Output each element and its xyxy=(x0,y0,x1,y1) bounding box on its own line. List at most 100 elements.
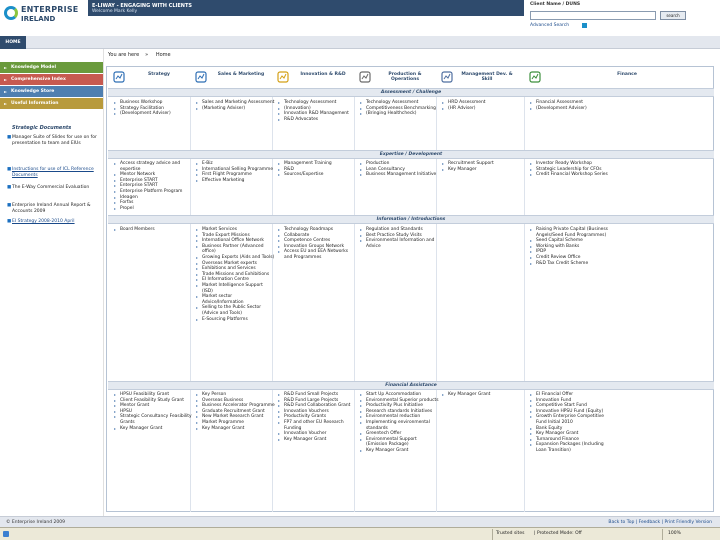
service-link[interactable]: Expansion Packages (Including Loan Trans… xyxy=(529,442,609,453)
status-divider xyxy=(662,529,663,540)
footer-links[interactable]: Back to Top | Feedback | Print Friendly … xyxy=(608,520,712,525)
client-search-label: Client Name / DUNS xyxy=(530,2,581,7)
sidebar-item-label: Comprehensive Index xyxy=(11,77,66,82)
grid-cell: Recruitment SupportKey Manager xyxy=(441,161,521,172)
enterprise-ireland-logo[interactable]: ENTERPRISE IRELAND xyxy=(4,4,86,28)
grid-cell: ProductionLean ConsultancyBusiness Manag… xyxy=(359,161,439,178)
column-header-label: Management Dev. & Skill xyxy=(461,72,513,82)
service-link[interactable]: Business Management Initiative xyxy=(359,172,439,178)
logo-mark-icon xyxy=(4,6,18,20)
sidebar-item-comprehensive-index[interactable]: ► Comprehensive Index xyxy=(0,74,103,85)
bullet-icon: ■ xyxy=(7,167,12,172)
breadcrumb: You are here » Home xyxy=(108,52,177,58)
grid-cell: E-BizInternational Selling ProgrammeFirs… xyxy=(195,161,275,183)
column-header-4[interactable]: Management Dev. & Skill xyxy=(437,68,519,88)
strategy-chart-icon xyxy=(113,71,125,83)
grid-cell: Access strategy advice and expertiseMent… xyxy=(113,161,193,211)
column-header-2[interactable]: Innovation & R&D xyxy=(273,68,355,88)
breadcrumb-arrow-icon: » xyxy=(145,52,149,58)
section-band: Expertise / Development xyxy=(108,150,714,159)
service-link[interactable]: Key Manager xyxy=(441,167,521,173)
document-link[interactable]: ■ Instructions for use of ICL Reference D… xyxy=(7,167,100,178)
service-link[interactable]: Key Manager Grant xyxy=(277,437,357,443)
document-link[interactable]: ■ Manager Suite of Slides for use on for … xyxy=(7,135,100,146)
grid-cell: Technology RoadmapsCollaborateCompetence… xyxy=(277,227,357,261)
copyright-text: © Enterprise Ireland 2009 xyxy=(6,520,65,525)
column-header-3[interactable]: Production & Operations xyxy=(355,68,437,88)
sidebar-item-useful-information[interactable]: ► Useful Information xyxy=(0,98,103,109)
search-button[interactable]: search xyxy=(660,11,686,20)
document-link[interactable]: ■ The E-Way Commercial Evaluation xyxy=(7,185,100,191)
strategic-documents-title: Strategic Documents xyxy=(12,125,72,131)
logo-text-line2: IRELAND xyxy=(21,15,56,23)
management-people-icon xyxy=(441,71,453,83)
section-band: Assessment / Challenge xyxy=(108,88,714,97)
grid-cell: EI Financial OfferInnovation FundCompeti… xyxy=(529,392,609,454)
column-header-5[interactable]: Finance xyxy=(525,68,711,88)
tab-home[interactable]: HOME xyxy=(0,36,26,49)
security-zone: Trusted sites xyxy=(496,531,525,536)
service-link[interactable]: (HR Adviser) xyxy=(441,106,521,112)
service-link[interactable]: Key Manager Grant xyxy=(195,426,275,432)
breadcrumb-label: You are here xyxy=(108,52,140,58)
page-header: ENTERPRISE IRELAND E-LIWAY - ENGAGING WI… xyxy=(0,0,720,36)
service-link[interactable]: (Bringing Healthcheck) xyxy=(359,111,439,117)
service-link[interactable]: Effective Marketing xyxy=(195,178,275,184)
breadcrumb-home[interactable]: Home xyxy=(156,52,171,58)
sidebar-item-knowledge-model[interactable]: ► Knowledge Model xyxy=(0,62,103,73)
service-link[interactable]: Credit Financial Workshop Series xyxy=(529,172,609,178)
service-link[interactable]: Implementing environmental standards xyxy=(359,420,439,431)
service-link[interactable]: Environmental Information and Advice xyxy=(359,238,439,249)
service-link[interactable]: Key Manager Grant xyxy=(113,426,193,432)
service-link[interactable]: Propel xyxy=(113,206,193,212)
service-link[interactable]: Access strategy advice and expertise xyxy=(113,161,193,172)
service-link[interactable]: Strategic Consultancy Feasibility Grants xyxy=(113,414,193,425)
service-link[interactable]: Environmental Support (Emission Package) xyxy=(359,437,439,448)
bullet-icon: ■ xyxy=(7,203,12,208)
sidebar-item-knowledge-store[interactable]: ► Knowledge Store xyxy=(0,86,103,97)
service-link[interactable]: Selling to the Public Sector (Advice and… xyxy=(195,305,275,316)
service-link[interactable]: Access EU and EEA Networks and Programme… xyxy=(277,249,357,260)
zoom-level[interactable]: 100% xyxy=(668,531,681,536)
document-link[interactable]: ■ Enterprise Ireland Annual Report & Acco… xyxy=(7,203,100,214)
document-link[interactable]: ■ EI Strategy 2008-2010 April xyxy=(7,219,100,225)
service-link[interactable]: Market sector Advice/Information xyxy=(195,294,275,305)
service-link[interactable]: Growth Enterprise Competitive Fund Initi… xyxy=(529,414,609,425)
column-header-label: Strategy xyxy=(147,72,170,77)
service-link[interactable]: Board Members xyxy=(113,227,193,233)
grid-cell: Financial Assessment(Development Adviser… xyxy=(529,100,609,111)
column-header-1[interactable]: Sales & Marketing xyxy=(191,68,273,88)
grid-cell: R&D Fund Small ProjectsR&D Fund Large Pr… xyxy=(277,392,357,442)
logo-text-line1: ENTERPRISE xyxy=(21,5,79,14)
grid-cell: Regulation and StandardsBest Practice St… xyxy=(359,227,439,249)
service-link[interactable]: Market Intelligence Support (ISD) xyxy=(195,283,275,294)
column-header-label: Innovation & R&D xyxy=(300,72,346,77)
service-link[interactable]: Raising Private Capital (Business Angels… xyxy=(529,227,609,238)
grid-cell: Board Members xyxy=(113,227,193,233)
service-link[interactable]: Key Manager Grant xyxy=(441,392,521,398)
advanced-search-link[interactable]: Advanced Search xyxy=(530,23,569,28)
service-link[interactable]: R&D Advocates xyxy=(277,117,357,123)
welcome-text: Welcome Mark Kelly xyxy=(92,9,138,14)
service-link[interactable]: (Development Adviser) xyxy=(113,111,193,117)
page-footer: © Enterprise Ireland 2009 Back to Top | … xyxy=(0,516,720,527)
arrow-right-icon: ► xyxy=(4,77,8,82)
advanced-search-icon[interactable] xyxy=(582,23,587,28)
service-link[interactable]: (Development Adviser) xyxy=(529,106,609,112)
bullet-icon: ■ xyxy=(7,185,12,190)
column-header-0[interactable]: Strategy xyxy=(109,68,191,88)
protected-mode-status: | Protected Mode: Off xyxy=(534,531,582,536)
service-link[interactable]: R&D Tax Credit Scheme xyxy=(529,261,609,267)
client-search-input[interactable] xyxy=(530,11,656,20)
client-search-panel: Client Name / DUNS search Advanced Searc… xyxy=(530,2,720,32)
section-band: Financial Assistance xyxy=(108,381,714,390)
grid-cell: HRD Assessment(HR Adviser) xyxy=(441,100,521,111)
service-link[interactable]: Sources/Expertise xyxy=(277,172,357,178)
arrow-right-icon: ► xyxy=(4,101,8,106)
service-link[interactable]: FP7 and other EU Research Funding xyxy=(277,420,357,431)
service-link[interactable]: E-Sourcing Platforms xyxy=(195,317,275,323)
service-link[interactable]: (Marketing Adviser) xyxy=(195,106,275,112)
service-link[interactable]: Business Partner (Advanced office) xyxy=(195,244,275,255)
service-link[interactable]: Key Manager Grant xyxy=(359,448,439,454)
grid-cell: Business WorkshopStrategy Facilitation(D… xyxy=(113,100,193,117)
